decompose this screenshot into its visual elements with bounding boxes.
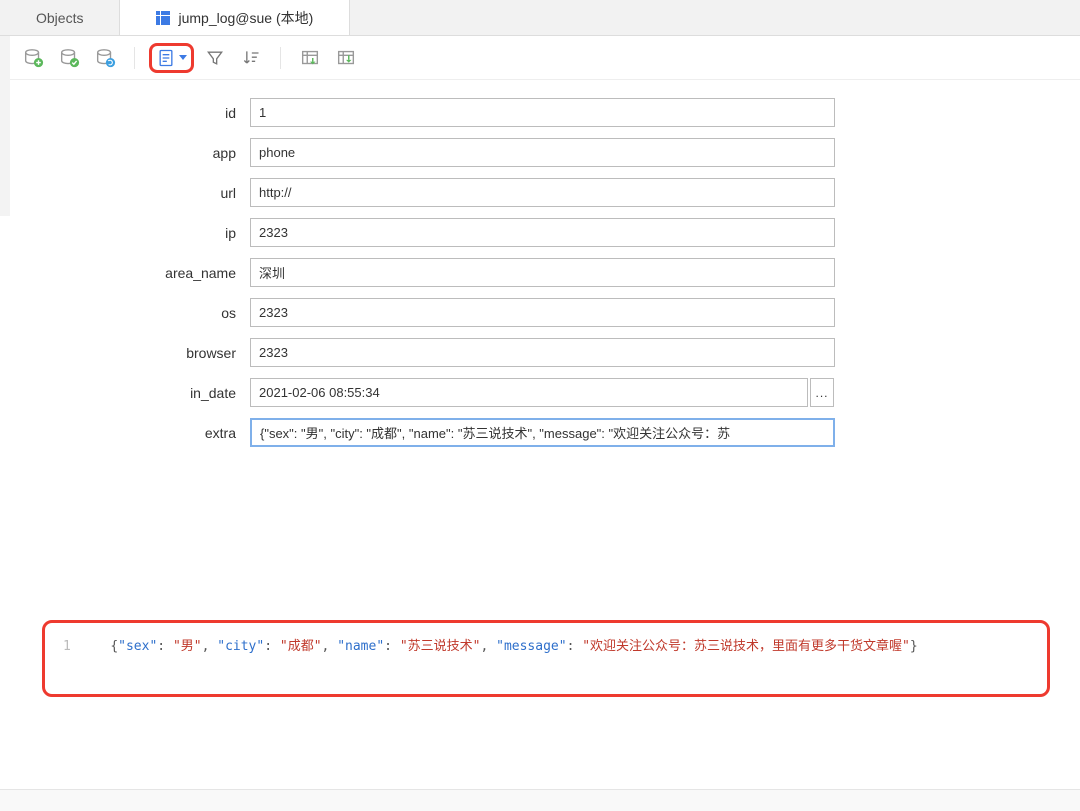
export-button[interactable]: [331, 43, 361, 73]
field-label: browser: [0, 345, 250, 361]
field-row-id: id: [0, 98, 1080, 127]
json-comma: ,: [322, 639, 338, 654]
field-row-app: app: [0, 138, 1080, 167]
in-date-input[interactable]: [250, 378, 808, 407]
field-row-os: os: [0, 298, 1080, 327]
area-name-input[interactable]: [250, 258, 835, 287]
os-input[interactable]: [250, 298, 835, 327]
field-label: os: [0, 305, 250, 321]
json-string: "欢迎关注公众号：苏三说技术，里面有更多干货文章喔": [582, 639, 910, 654]
json-brace-open: {: [110, 639, 118, 654]
record-form: id app url ip area_name os browser in_da…: [0, 80, 1080, 468]
chevron-down-icon: [179, 55, 187, 60]
field-label: in_date: [0, 385, 250, 401]
tab-jump-log-label: jump_log@sue (本地): [178, 8, 313, 28]
json-colon: :: [157, 639, 173, 654]
extra-input[interactable]: [250, 418, 835, 447]
browser-input[interactable]: [250, 338, 835, 367]
db-check-button[interactable]: [54, 43, 84, 73]
json-colon: :: [384, 639, 400, 654]
field-row-area-name: area_name: [0, 258, 1080, 287]
status-bar: [0, 789, 1080, 811]
toolbar-separator: [134, 47, 135, 69]
field-row-extra: extra: [0, 418, 1080, 447]
table-icon: [156, 11, 170, 25]
json-key: "sex": [118, 639, 157, 654]
tab-objects[interactable]: Objects: [0, 0, 120, 35]
field-label: extra: [0, 425, 250, 441]
field-label: url: [0, 185, 250, 201]
left-gutter: [0, 36, 10, 216]
json-colon: :: [567, 639, 583, 654]
toolbar: [0, 36, 1080, 80]
field-row-in-date: in_date ...: [0, 378, 1080, 407]
db-add-button[interactable]: [18, 43, 48, 73]
json-detail-panel: 1 {"sex": "男", "city": "成都", "name": "苏三…: [42, 620, 1050, 711]
json-key: "message": [496, 639, 566, 654]
ip-input[interactable]: [250, 218, 835, 247]
sort-button[interactable]: [236, 43, 266, 73]
url-input[interactable]: [250, 178, 835, 207]
line-number: 1: [63, 637, 79, 658]
json-detail-content[interactable]: 1 {"sex": "男", "city": "成都", "name": "苏三…: [42, 620, 1050, 697]
field-label: ip: [0, 225, 250, 241]
json-colon: :: [264, 639, 280, 654]
filter-button[interactable]: [200, 43, 230, 73]
toolbar-separator: [280, 47, 281, 69]
json-string: "成都": [280, 639, 322, 654]
view-mode-dropdown[interactable]: [149, 43, 194, 73]
in-date-more-button[interactable]: ...: [810, 378, 834, 407]
tab-objects-label: Objects: [36, 10, 83, 26]
json-key: "city": [217, 639, 264, 654]
app-input[interactable]: [250, 138, 835, 167]
field-row-url: url: [0, 178, 1080, 207]
tab-jump-log[interactable]: jump_log@sue (本地): [120, 0, 350, 35]
db-refresh-button[interactable]: [90, 43, 120, 73]
json-key: "name": [337, 639, 384, 654]
json-brace-close: }: [910, 639, 918, 654]
json-string: "苏三说技术": [400, 639, 481, 654]
field-label: app: [0, 145, 250, 161]
json-comma: ,: [202, 639, 218, 654]
id-input[interactable]: [250, 98, 835, 127]
tab-bar: Objects jump_log@sue (本地): [0, 0, 1080, 36]
field-label: area_name: [0, 265, 250, 281]
json-comma: ,: [480, 639, 496, 654]
json-string: "男": [173, 639, 202, 654]
field-label: id: [0, 105, 250, 121]
import-button[interactable]: [295, 43, 325, 73]
field-row-ip: ip: [0, 218, 1080, 247]
field-row-browser: browser: [0, 338, 1080, 367]
